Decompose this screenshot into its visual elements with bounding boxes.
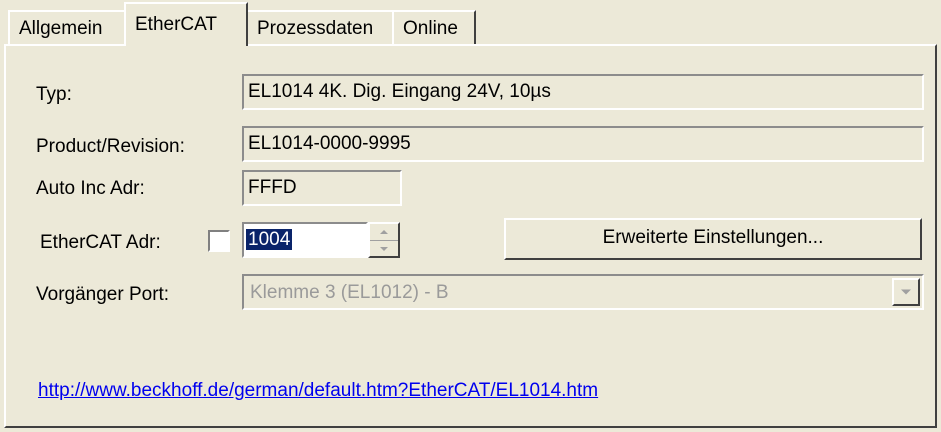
product-revision-label: Product/Revision: xyxy=(36,136,185,157)
product-revision-field: EL1014-0000-9995 xyxy=(242,126,924,162)
erweiterte-einstellungen-button[interactable]: Erweiterte Einstellungen... xyxy=(504,218,922,260)
auto-inc-adr-label: Auto Inc Adr: xyxy=(36,178,145,199)
type-field: EL1014 4K. Dig. Eingang 24V, 10µs xyxy=(242,74,924,110)
type-label: Typ: xyxy=(36,84,72,105)
ethercat-panel: Typ: EL1014 4K. Dig. Eingang 24V, 10µs P… xyxy=(4,44,937,428)
chevron-down-icon xyxy=(901,289,911,295)
ethercat-adr-value: 1004 xyxy=(246,229,293,250)
vorgaenger-port-value: Klemme 3 (EL1012) - B xyxy=(250,282,449,303)
ethercat-adr-input[interactable]: 1004 xyxy=(242,222,368,258)
ethercat-adr-checkbox[interactable] xyxy=(208,230,230,252)
spin-up-arrow-icon xyxy=(380,230,388,234)
auto-inc-adr-field: FFFD xyxy=(242,170,402,206)
tab-online[interactable]: Online xyxy=(392,10,476,44)
tab-allgemein[interactable]: Allgemein xyxy=(8,10,126,44)
vorgaenger-port-select[interactable]: Klemme 3 (EL1012) - B xyxy=(242,274,924,310)
vorgaenger-port-label: Vorgänger Port: xyxy=(36,284,170,305)
spin-down-arrow-icon xyxy=(380,246,388,251)
ethercat-adr-spinner[interactable] xyxy=(368,222,400,258)
ethercat-adr-label: EtherCAT Adr: xyxy=(40,232,161,253)
dropdown-button[interactable] xyxy=(892,278,920,306)
spin-down-button[interactable] xyxy=(370,240,398,256)
spin-up-button[interactable] xyxy=(370,224,398,240)
tab-ethercat[interactable]: EtherCAT xyxy=(124,2,248,46)
tab-prozessdaten[interactable]: Prozessdaten xyxy=(246,10,394,44)
beckhoff-link[interactable]: http://www.beckhoff.de/german/default.ht… xyxy=(38,380,598,402)
tab-strip: Allgemein EtherCAT Prozessdaten Online xyxy=(0,0,941,46)
